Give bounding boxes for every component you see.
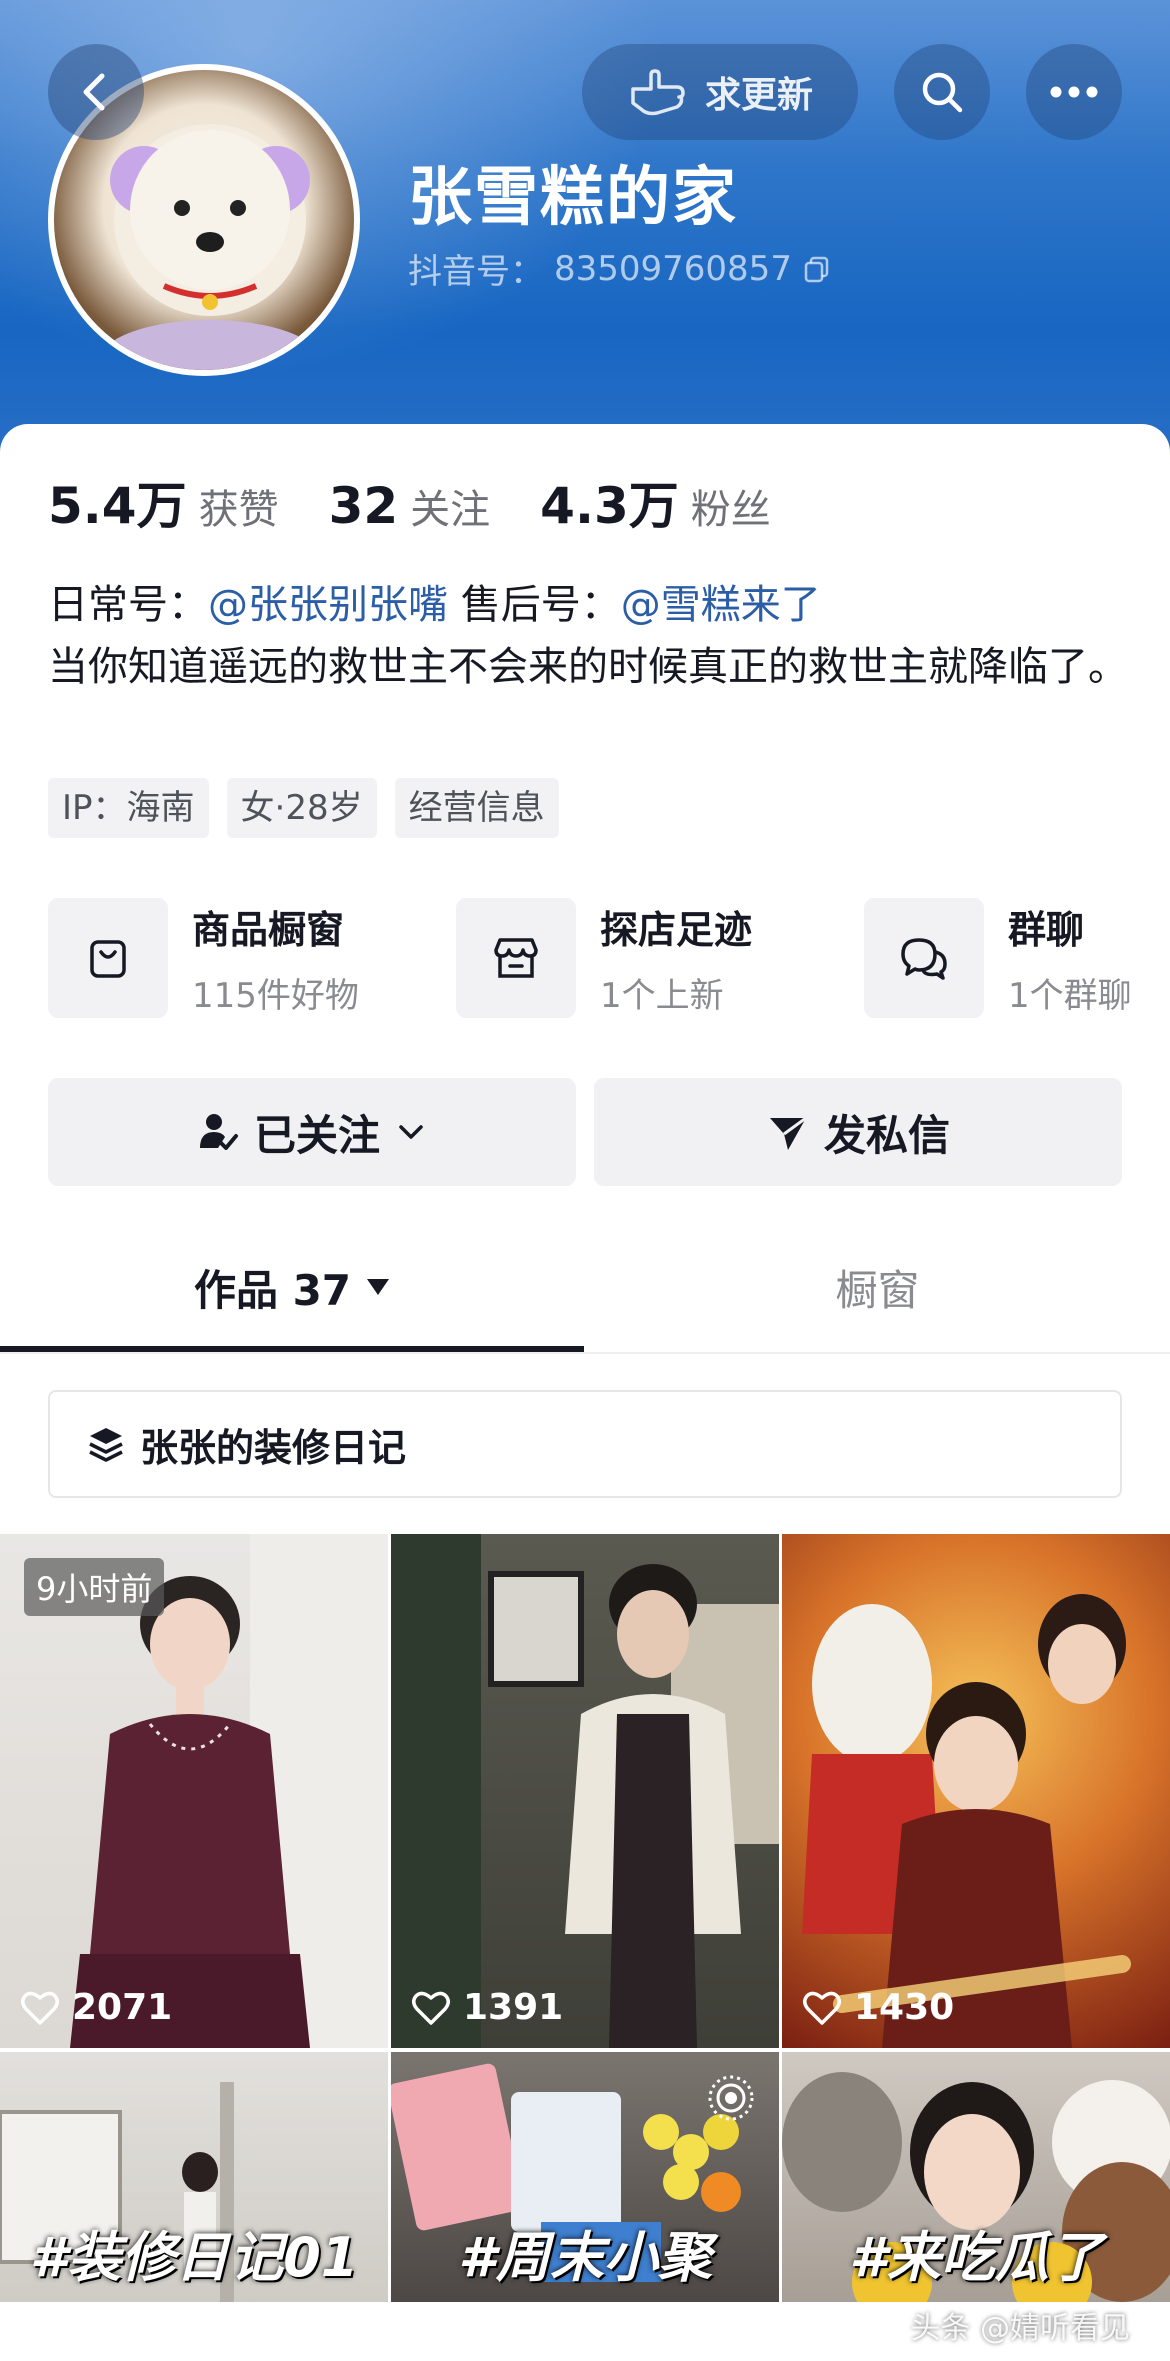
profile-tags: IP：海南 女·28岁 经营信息 bbox=[48, 778, 559, 838]
content-tabs: 作品 37 橱窗 bbox=[0, 1224, 1170, 1354]
feature-store-visits[interactable]: 探店足迹 1个上新 bbox=[456, 896, 752, 1020]
like-count-value: 2071 bbox=[72, 1987, 173, 2028]
tab-divider bbox=[0, 1352, 1170, 1354]
video-thumbnail[interactable]: 1391 bbox=[391, 1534, 779, 2048]
feature-subtitle: 1个上新 bbox=[600, 976, 724, 1016]
request-update-label: 求更新 bbox=[704, 75, 813, 116]
like-count: 2071 bbox=[20, 1987, 172, 2028]
chevron-left-icon bbox=[83, 73, 105, 111]
like-count: 1430 bbox=[802, 1987, 954, 2028]
collection-label: 张张的装修日记 bbox=[140, 1425, 407, 1470]
profile-name: 张雪糕的家 bbox=[408, 161, 738, 235]
tab-shop-label: 橱窗 bbox=[835, 1265, 920, 1315]
douyin-id-value: 83509760857 bbox=[554, 248, 792, 289]
business-info-tag[interactable]: 经营信息 bbox=[394, 778, 559, 838]
daily-account-link[interactable]: @张张别张嘴 bbox=[208, 582, 448, 628]
followed-button[interactable]: 已关注 bbox=[48, 1078, 576, 1186]
video-thumbnail[interactable]: 1430 bbox=[782, 1534, 1170, 2048]
video-thumbnail[interactable]: #来吃瓜了 bbox=[782, 2052, 1170, 2302]
like-count-value: 1391 bbox=[463, 1987, 564, 2028]
douyin-id-label: 抖音号： bbox=[408, 252, 544, 292]
video-thumbnail[interactable]: 9小时前 2071 bbox=[0, 1534, 388, 2048]
feature-shop-window[interactable]: 商品橱窗 115件好物 bbox=[48, 896, 359, 1020]
watermark: 头条 @婧听看见 bbox=[910, 2311, 1130, 2346]
stat-number: 5.4万 bbox=[48, 477, 187, 535]
feature-title: 商品橱窗 bbox=[192, 908, 345, 952]
heart-icon bbox=[21, 1991, 59, 2025]
chevron-down-icon bbox=[399, 1125, 423, 1139]
video-caption: #来吃瓜了 bbox=[849, 2226, 1103, 2289]
profile-header: 求更新 张雪糕的家 抖音号： 83509760857 bbox=[0, 0, 1170, 470]
feature-title: 探店足迹 bbox=[600, 908, 753, 952]
caret-down-icon bbox=[367, 1279, 390, 1295]
daily-account-label: 日常号： bbox=[48, 582, 208, 628]
stat-following[interactable]: 32 关注 bbox=[329, 477, 491, 535]
send-message-label: 发私信 bbox=[823, 1110, 950, 1160]
followed-label: 已关注 bbox=[253, 1110, 380, 1160]
more-button[interactable] bbox=[1026, 44, 1122, 140]
heart-icon bbox=[412, 1991, 450, 2025]
collection-entry[interactable]: 张张的装修日记 bbox=[48, 1390, 1122, 1498]
stat-label: 关注 bbox=[410, 487, 491, 533]
like-count: 1391 bbox=[411, 1987, 563, 2028]
bio-text: 当你知道遥远的救世主不会来的时候真正的救世主就降临了。 bbox=[48, 644, 1128, 690]
user-check-icon bbox=[199, 1114, 238, 1150]
aftersale-account-label: 售后号： bbox=[460, 582, 621, 628]
copy-icon[interactable] bbox=[802, 254, 832, 284]
feature-subtitle: 1个群聊 bbox=[1008, 976, 1132, 1016]
tab-works[interactable]: 作品 37 bbox=[0, 1224, 585, 1350]
more-dots-icon bbox=[1050, 86, 1098, 98]
video-caption: #周末小聚 bbox=[458, 2226, 712, 2289]
stat-label: 获赞 bbox=[198, 487, 279, 533]
stat-number: 32 bbox=[328, 477, 399, 535]
gender-age-tag: 女·28岁 bbox=[226, 778, 377, 838]
feature-entries: 商品橱窗 115件好物 探店足迹 1个上新 群聊 1个群聊 bbox=[48, 896, 1170, 1020]
bag-icon bbox=[48, 898, 168, 1018]
aftersale-account-link[interactable]: @雪糕来了 bbox=[621, 582, 821, 628]
stat-followers[interactable]: 4.3万 粉丝 bbox=[540, 466, 771, 538]
tab-works-label: 作品 37 bbox=[193, 1265, 352, 1315]
time-badge: 9小时前 bbox=[24, 1558, 165, 1616]
feature-title: 群聊 bbox=[1008, 908, 1085, 952]
tab-shop-window[interactable]: 橱窗 bbox=[585, 1224, 1170, 1350]
send-icon bbox=[769, 1116, 807, 1150]
ip-tag: IP：海南 bbox=[48, 778, 209, 838]
send-message-button[interactable]: 发私信 bbox=[594, 1078, 1122, 1186]
feature-group-chat[interactable]: 群聊 1个群聊 bbox=[864, 896, 1132, 1020]
store-icon bbox=[456, 898, 576, 1018]
chat-icon bbox=[864, 898, 984, 1018]
douyin-id: 抖音号： 83509760857 bbox=[408, 244, 832, 293]
stat-number: 4.3万 bbox=[540, 477, 679, 535]
like-count-value: 1430 bbox=[854, 1987, 955, 2028]
search-icon bbox=[922, 72, 963, 113]
video-caption: #装修日记01 bbox=[29, 2226, 359, 2289]
stat-likes[interactable]: 5.4万 获赞 bbox=[48, 466, 279, 538]
stat-label: 粉丝 bbox=[690, 487, 771, 533]
video-thumbnail[interactable]: #周末小聚 bbox=[391, 2052, 779, 2302]
heart-icon bbox=[803, 1991, 841, 2025]
request-update-button[interactable]: 求更新 bbox=[582, 44, 858, 140]
stats-row: 5.4万 获赞 32 关注 4.3万 粉丝 bbox=[48, 466, 821, 538]
video-thumbnail[interactable]: #装修日记01 bbox=[0, 2052, 388, 2302]
search-button[interactable] bbox=[894, 44, 990, 140]
back-button[interactable] bbox=[48, 44, 144, 140]
profile-card: 5.4万 获赞 32 关注 4.3万 粉丝 日常号：@张张别张嘴 售后号：@雪糕… bbox=[0, 424, 1170, 2361]
woman-in-doorway-image bbox=[391, 1534, 779, 2048]
layers-icon bbox=[89, 1428, 123, 1462]
feature-subtitle: 115件好物 bbox=[192, 976, 359, 1016]
live-photo-icon bbox=[708, 2075, 754, 2121]
bio-accounts-line: 日常号：@张张别张嘴 售后号：@雪糕来了 bbox=[48, 572, 821, 630]
drama-poster-image bbox=[802, 1594, 1131, 2048]
pointing-hand-icon bbox=[631, 69, 685, 116]
